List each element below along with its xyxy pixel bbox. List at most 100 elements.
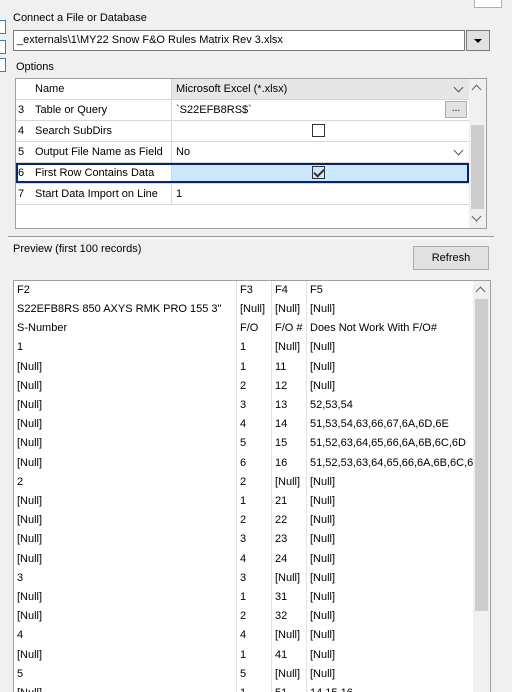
- column-header-f2[interactable]: F2: [14, 281, 236, 300]
- cell-f2: [Null]: [17, 360, 43, 373]
- cell-f2: S-Number: [17, 322, 68, 335]
- table-row[interactable]: [Null] 6 16 51,52,53,63,64,65,66,6A,6B,6C,6…: [14, 453, 474, 473]
- cell-f4: F/O #: [271, 319, 306, 339]
- table-row[interactable]: [Null] 3 13 52,53,54: [14, 396, 474, 415]
- option-value-cell: [172, 121, 469, 141]
- cell-f3: 1: [236, 588, 271, 607]
- scroll-up-icon[interactable]: [475, 286, 486, 297]
- table-row[interactable]: 1 1 [Null] [Null]: [14, 338, 474, 358]
- scroll-down-icon[interactable]: [471, 211, 482, 222]
- chevron-down-icon: [453, 145, 464, 156]
- table-row[interactable]: [Null] 2 22 [Null]: [14, 511, 474, 531]
- table-row[interactable]: 4 4 [Null] [Null]: [14, 626, 474, 646]
- cell-f2: [Null]: [17, 437, 43, 450]
- option-row-first-row-data[interactable]: 6 First Row Contains Data: [16, 163, 469, 184]
- column-header-f5[interactable]: F5: [306, 281, 474, 300]
- cell-f2: 3: [17, 571, 24, 584]
- cell-f2: [Null]: [17, 591, 43, 603]
- option-row-search-subdirs[interactable]: 4 Search SubDirs: [16, 121, 469, 142]
- table-row[interactable]: 2 2 [Null] [Null]: [14, 472, 474, 492]
- cell-f2: [Null]: [17, 552, 43, 565]
- cell-f2: S22EFB8RS 850 AXYS RMK PRO 155 3": [17, 303, 222, 315]
- cell-f5: [Null]: [306, 338, 474, 358]
- cell-f3: 1: [236, 357, 271, 377]
- table-row[interactable]: [Null] 1 21 [Null]: [14, 492, 474, 511]
- option-value: Microsoft Excel (*.xlsx): [176, 83, 288, 95]
- option-num: 4: [18, 125, 25, 137]
- refresh-button[interactable]: Refresh: [413, 246, 489, 270]
- preview-label: Preview (first 100 records): [13, 243, 142, 255]
- option-value: 1: [176, 188, 183, 200]
- column-header-f4[interactable]: F4: [271, 281, 306, 300]
- table-row[interactable]: [Null] 1 31 [Null]: [14, 588, 474, 607]
- table-row[interactable]: [Null] 1 11 [Null]: [14, 357, 474, 377]
- panel-splitter[interactable]: [8, 236, 494, 239]
- table-row[interactable]: [Null] 2 32 [Null]: [14, 607, 474, 627]
- cell-f5: 51,52,63,64,65,66,6A,6B,6C,6D: [306, 434, 474, 454]
- option-name: Search SubDirs: [35, 125, 113, 137]
- first-row-data-checkbox[interactable]: [312, 166, 325, 179]
- table-row[interactable]: [Null] 3 23 [Null]: [14, 530, 474, 550]
- table-row[interactable]: [Null] 4 24 [Null]: [14, 549, 474, 569]
- cell-f5: [Null]: [306, 588, 474, 607]
- cell-f4: 13: [271, 396, 306, 415]
- ellipsis-button[interactable]: ...: [445, 101, 467, 118]
- side-tab-3[interactable]: [0, 58, 6, 72]
- table-row[interactable]: [Null]15114,15,16: [14, 684, 474, 692]
- cell-f5: [Null]: [306, 568, 474, 588]
- table-row[interactable]: [Null] 4 14 51,53,54,63,66,67,6A,6D,6E: [14, 415, 474, 435]
- cell-f4: [Null]: [271, 664, 306, 684]
- scroll-up-icon[interactable]: [471, 84, 482, 95]
- option-row-name[interactable]: Name Microsoft Excel (*.xlsx): [16, 79, 469, 100]
- top-scrollbar-stub[interactable]: [474, 0, 502, 8]
- cell-f3: 1: [236, 492, 271, 511]
- cell-f2: [Null]: [17, 514, 43, 527]
- preview-scrollbar[interactable]: [473, 281, 490, 692]
- output-filename-select[interactable]: No: [172, 142, 469, 162]
- file-path-input[interactable]: _externals\1\MY22 Snow F&O Rules Matrix …: [13, 30, 465, 51]
- cell-f2: [Null]: [17, 456, 43, 469]
- cell-f2: [Null]: [17, 379, 43, 392]
- table-row[interactable]: [Null] 2 12 [Null]: [14, 376, 474, 396]
- cell-f2: [Null]: [17, 495, 43, 507]
- cell-f5: 52,53,54: [306, 396, 474, 415]
- table-row[interactable]: [Null] 5 15 51,52,63,64,65,66,6A,6B,6C,6D: [14, 434, 474, 454]
- cell-f3: 5: [236, 664, 271, 684]
- file-dropdown-button[interactable]: [466, 30, 490, 51]
- name-select[interactable]: Microsoft Excel (*.xlsx): [172, 79, 469, 99]
- table-query-field[interactable]: `S22EFB8RS$` ...: [172, 100, 469, 120]
- table-row[interactable]: S22EFB8RS 850 AXYS RMK PRO 155 3" [Null][…: [14, 300, 474, 319]
- cell-f2: [Null]: [17, 418, 43, 431]
- cell-f5: [Null]: [306, 492, 474, 511]
- cell-f3: 2: [236, 607, 271, 627]
- option-name: First Row Contains Data: [35, 167, 155, 179]
- cell-f4: 31: [271, 588, 306, 607]
- options-grid: Name Microsoft Excel (*.xlsx) 3 Table or…: [15, 78, 487, 229]
- cell-f5: [Null]: [306, 357, 474, 377]
- option-row-output-filename[interactable]: 5 Output File Name as Field No: [16, 142, 469, 163]
- option-row-table[interactable]: 3 Table or Query `S22EFB8RS$` ...: [16, 100, 469, 121]
- search-subdirs-checkbox[interactable]: [312, 124, 325, 137]
- table-row[interactable]: [Null] 1 41 [Null]: [14, 645, 474, 665]
- cell-f5: [Null]: [306, 664, 474, 684]
- start-line-field[interactable]: 1: [172, 184, 469, 204]
- side-tab-1[interactable]: [0, 20, 6, 34]
- options-scrollbar[interactable]: [469, 79, 486, 228]
- column-header-f3[interactable]: F3: [236, 281, 271, 300]
- option-row-start-line[interactable]: 7 Start Data Import on Line 1: [16, 184, 469, 205]
- cell-f3: 4: [236, 549, 271, 569]
- side-tab-2[interactable]: [0, 40, 6, 54]
- table-row[interactable]: S-Number F/O F/O # Does Not Work With F/O#: [14, 319, 474, 339]
- left-edge: [0, 0, 8, 692]
- option-name: Start Data Import on Line: [35, 188, 158, 200]
- cell-f2: [Null]: [17, 399, 43, 411]
- table-header-row[interactable]: F2 F3 F4 F5: [14, 281, 474, 300]
- scroll-thumb[interactable]: [471, 125, 484, 209]
- cell-f4: 41: [271, 645, 306, 665]
- table-row[interactable]: 3 3 [Null] [Null]: [14, 568, 474, 588]
- scroll-thumb[interactable]: [475, 299, 488, 611]
- cell-f2: [Null]: [17, 610, 43, 623]
- table-row[interactable]: 5 5 [Null] [Null]: [14, 664, 474, 684]
- cell-f3: 3: [236, 530, 271, 550]
- option-value: No: [176, 146, 191, 158]
